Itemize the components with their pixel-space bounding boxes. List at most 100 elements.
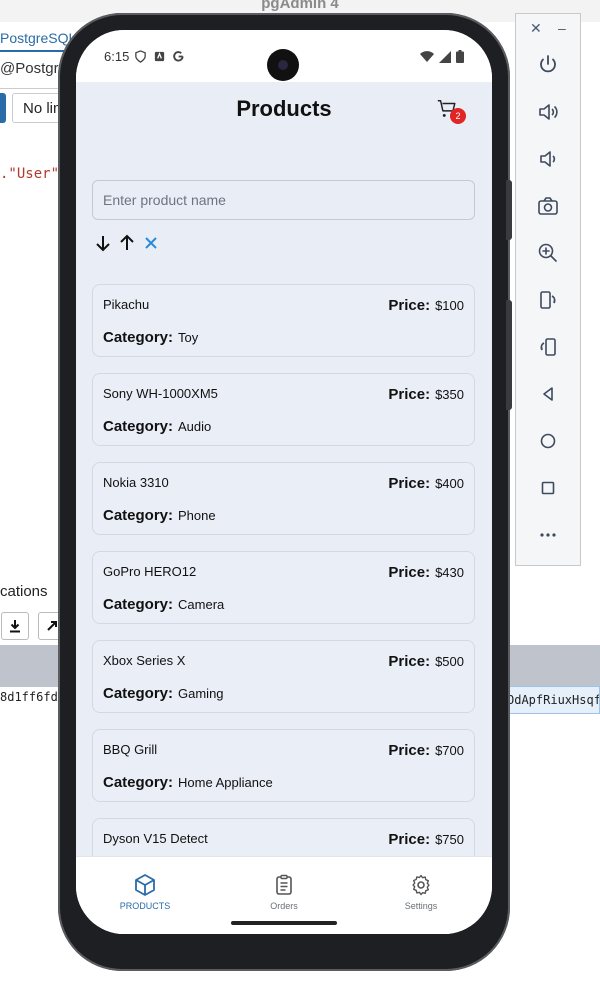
price-label: Price: <box>388 742 431 759</box>
host-connection-text: @Postgre <box>0 60 67 77</box>
product-price: Price: $500 <box>388 653 464 670</box>
category-label: Category: <box>103 329 174 346</box>
product-name: Pikachu <box>103 297 150 312</box>
category-value: Home Appliance <box>178 775 273 790</box>
wifi-icon <box>420 50 434 68</box>
emulator-panel: ✕ – <box>515 13 581 566</box>
price-value: $350 <box>435 387 464 402</box>
shield-icon <box>134 50 147 68</box>
cube-icon <box>95 873 195 897</box>
product-price: Price: $100 <box>388 297 464 314</box>
clipboard-icon <box>234 873 334 897</box>
category-label: Category: <box>103 596 174 613</box>
volume-down-icon[interactable] <box>533 144 563 174</box>
price-label: Price: <box>388 386 431 403</box>
rotate-right-icon[interactable] <box>533 285 563 315</box>
status-time: 6:15 <box>104 49 130 64</box>
product-price: Price: $750 <box>388 831 464 848</box>
product-category: Category: Audio <box>103 418 211 435</box>
front-camera <box>267 49 299 81</box>
sort-ascending-icon[interactable] <box>118 234 136 252</box>
price-value: $700 <box>435 743 464 758</box>
home-icon[interactable] <box>533 426 563 456</box>
battery-icon <box>456 50 464 68</box>
phone-volume-key <box>506 300 512 410</box>
product-card[interactable]: Pikachu Price: $100 Category: Toy <box>92 284 475 357</box>
cart-button[interactable]: 2 <box>436 98 466 126</box>
overview-icon[interactable] <box>533 473 563 503</box>
host-panel-label: cations <box>0 583 48 600</box>
host-sql-code: ."User" <box>0 166 60 182</box>
price-label: Price: <box>388 653 431 670</box>
category-value: Gaming <box>178 686 224 701</box>
tab-products[interactable]: PRODUCTS <box>95 873 195 911</box>
price-label: Price: <box>388 831 431 848</box>
product-card[interactable]: Xbox Series X Price: $500 Category: Gaming <box>92 640 475 713</box>
tab-settings[interactable]: Settings <box>371 873 471 911</box>
category-label: Category: <box>103 418 174 435</box>
emulator-close-icon[interactable]: ✕ <box>530 20 542 37</box>
phone-screen: 6:15 Products 2 Enter product name Pikac… <box>76 30 492 934</box>
product-category: Category: Gaming <box>103 685 224 702</box>
category-value: Toy <box>178 330 199 345</box>
signal-icon <box>439 50 451 68</box>
category-value: Phone <box>178 508 216 523</box>
product-search-input[interactable] <box>92 180 475 220</box>
app-notification-icon <box>153 50 166 68</box>
product-card[interactable]: Nokia 3310 Price: $400 Category: Phone <box>92 462 475 535</box>
product-name: Xbox Series X <box>103 653 186 668</box>
cart-count-badge: 2 <box>450 108 466 124</box>
phone-power-key <box>506 180 512 240</box>
category-value: Camera <box>178 597 225 612</box>
category-value: Audio <box>178 419 212 434</box>
host-window-title: pgAdmin 4 <box>261 0 339 12</box>
price-label: Price: <box>388 564 431 581</box>
product-card[interactable]: Dyson V15 Detect Price: $750 <box>92 818 475 856</box>
tab-orders[interactable]: Orders <box>234 873 334 911</box>
back-icon[interactable] <box>533 379 563 409</box>
zoom-in-icon[interactable] <box>533 238 563 268</box>
price-value: $400 <box>435 476 464 491</box>
product-name: Sony WH-1000XM5 <box>103 386 218 401</box>
host-grid-cell-selected[interactable]: OdApfRiuxHsqf <box>500 686 600 714</box>
tab-orders-label: Orders <box>270 901 298 911</box>
category-label: Category: <box>103 685 174 702</box>
product-name: GoPro HERO12 <box>103 564 197 579</box>
volume-up-icon[interactable] <box>533 97 563 127</box>
product-name: Nokia 3310 <box>103 475 169 490</box>
gesture-home-bar[interactable] <box>231 921 337 925</box>
category-label: Category: <box>103 774 174 791</box>
price-value: $500 <box>435 654 464 669</box>
price-label: Price: <box>388 475 431 492</box>
more-icon[interactable] <box>533 520 563 550</box>
sort-descending-icon[interactable] <box>94 234 112 252</box>
tab-products-label: PRODUCTS <box>119 901 171 911</box>
product-price: Price: $430 <box>388 564 464 581</box>
bottom-navigation: PRODUCTS Orders Settings <box>76 856 492 934</box>
product-category: Category: Camera <box>103 596 224 613</box>
camera-icon[interactable] <box>533 191 563 221</box>
product-name: Dyson V15 Detect <box>103 831 208 846</box>
product-card[interactable]: Sony WH-1000XM5 Price: $350 Category: Audi… <box>92 373 475 446</box>
product-card[interactable]: GoPro HERO12 Price: $430 Category: Camera <box>92 551 475 624</box>
host-execute-button[interactable] <box>0 93 6 123</box>
category-label: Category: <box>103 507 174 524</box>
price-value: $430 <box>435 565 464 580</box>
price-label: Price: <box>388 297 431 314</box>
gear-icon <box>371 873 471 897</box>
google-icon <box>172 50 185 68</box>
product-price: Price: $350 <box>388 386 464 403</box>
product-card[interactable]: BBQ Grill Price: $700 Category: Home Appli… <box>92 729 475 802</box>
power-icon[interactable] <box>533 50 563 80</box>
rotate-left-icon[interactable] <box>533 332 563 362</box>
product-price: Price: $700 <box>388 742 464 759</box>
tab-settings-label: Settings <box>404 901 438 911</box>
clear-sort-icon[interactable] <box>142 234 160 252</box>
product-price: Price: $400 <box>388 475 464 492</box>
price-value: $100 <box>435 298 464 313</box>
download-icon[interactable] <box>1 612 29 640</box>
sort-controls <box>94 234 160 252</box>
page-title: Products <box>236 96 332 121</box>
product-name: BBQ Grill <box>103 742 158 757</box>
emulator-minimize-icon[interactable]: – <box>558 20 566 36</box>
